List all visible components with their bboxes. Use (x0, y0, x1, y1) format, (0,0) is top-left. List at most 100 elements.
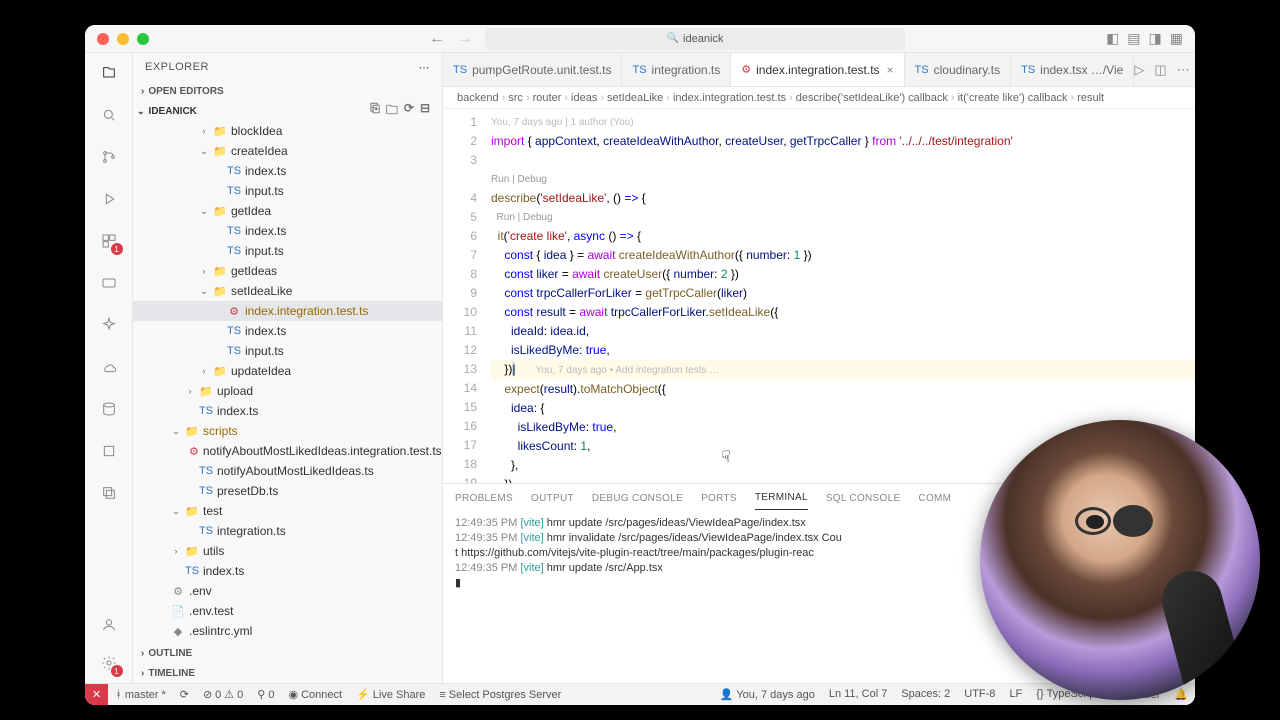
forward-icon[interactable]: → (457, 30, 473, 48)
tree-item[interactable]: ⌄📁createIdea (133, 141, 442, 161)
explorer-icon[interactable] (97, 61, 121, 85)
tree-item[interactable]: TSindex.ts (133, 161, 442, 181)
tree-item[interactable]: ›📁updateIdea (133, 361, 442, 381)
tree-item[interactable]: TSindex.ts (133, 221, 442, 241)
open-editors-section[interactable]: ›OPEN EDITORS (133, 81, 442, 101)
split-icon[interactable]: ◫ (1154, 62, 1166, 78)
liveshare-button[interactable]: ⚡ Live Share (349, 684, 432, 705)
layout-panel-icon[interactable]: ▤ (1127, 30, 1140, 47)
tree-item[interactable]: TSpresetDb.ts (133, 481, 442, 501)
debug-icon[interactable] (97, 187, 121, 211)
timeline-section[interactable]: ›TIMELINE (133, 663, 442, 683)
editor-tab[interactable]: TScloudinary.ts (905, 53, 1012, 87)
tree-item[interactable]: TSnotifyAboutMostLikedIdeas.ts (133, 461, 442, 481)
more-icon[interactable]: ⋯ (1177, 62, 1190, 78)
command-center[interactable]: ideanick (485, 28, 905, 50)
breadcrumb-item[interactable]: index.integration.test.ts (673, 92, 786, 104)
tree-item[interactable]: ⌄📁test (133, 501, 442, 521)
editor-tab[interactable]: ⚙index.integration.test.ts× (731, 53, 904, 87)
tree-item[interactable]: TSinput.ts (133, 341, 442, 361)
cloud-icon[interactable] (97, 355, 121, 379)
panel-tab[interactable]: COMM (918, 487, 951, 510)
cursor-position[interactable]: Ln 11, Col 7 (822, 688, 895, 700)
tree-item[interactable]: TSindex.ts (133, 321, 442, 341)
minimize-icon[interactable] (117, 33, 129, 45)
tree-item[interactable]: ⚙.env (133, 581, 442, 601)
tree-item[interactable]: ⌄📁scripts (133, 421, 442, 441)
source-control-icon[interactable] (97, 145, 121, 169)
tree-item[interactable]: ⚙index.integration.test.ts (133, 301, 442, 321)
editor-tab[interactable]: TSintegration.ts (622, 53, 731, 87)
breadcrumb-item[interactable]: describe('setIdeaLike') callback (796, 92, 948, 104)
project-section[interactable]: ⌄IDEANICK ⎘ 🗀 ⟳ ⊟ (133, 101, 442, 121)
tree-item[interactable]: ⌄📁setIdeaLike (133, 281, 442, 301)
tree-item[interactable]: TSindex.ts (133, 561, 442, 581)
connect-button[interactable]: ◉ Connect (281, 684, 349, 705)
tree-item[interactable]: ›📁upload (133, 381, 442, 401)
new-folder-icon[interactable]: 🗀 (386, 101, 398, 122)
tree-item[interactable]: TSindex.ts (133, 401, 442, 421)
tree-item[interactable]: ◆.eslintrc.yml (133, 621, 442, 641)
panel-tab[interactable]: TERMINAL (755, 486, 808, 510)
tree-item[interactable]: ›📁blockIdea (133, 121, 442, 141)
panel-tab[interactable]: PORTS (701, 487, 737, 510)
square-icon[interactable] (97, 439, 121, 463)
refresh-icon[interactable]: ⟳ (404, 101, 414, 122)
remote-icon[interactable] (97, 271, 121, 295)
sync-button[interactable]: ⟳ (173, 684, 196, 705)
breadcrumb-item[interactable]: backend (457, 92, 499, 104)
search-icon[interactable] (97, 103, 121, 127)
collapse-icon[interactable]: ⊟ (420, 101, 430, 122)
outline-section[interactable]: ›OUTLINE (133, 643, 442, 663)
breadcrumb-item[interactable]: router (533, 92, 562, 104)
editor-tab[interactable]: TSpumpGetRoute.unit.test.ts (443, 53, 622, 87)
tree-item[interactable]: ⚙notifyAboutMostLikedIdeas.integration.t… (133, 441, 442, 461)
postgres-selector[interactable]: ≡ Select Postgres Server (432, 684, 568, 705)
breadcrumb-item[interactable]: setIdeaLike (607, 92, 663, 104)
close-icon[interactable] (97, 33, 109, 45)
problems-indicator[interactable]: ⊘ 0 ⚠ 0 (196, 684, 250, 705)
layout-grid-icon[interactable]: ▦ (1170, 30, 1183, 47)
panel-tab[interactable]: DEBUG CONSOLE (592, 487, 683, 510)
panel-tab[interactable]: PROBLEMS (455, 487, 513, 510)
settings-badge: 1 (111, 665, 123, 677)
settings-icon[interactable]: 1 (97, 651, 121, 675)
layout-sidebar-icon[interactable]: ◧ (1106, 30, 1119, 47)
eol-indicator[interactable]: LF (1002, 688, 1029, 700)
tree-item[interactable]: TSinput.ts (133, 241, 442, 261)
ports-indicator[interactable]: ⚲ 0 (250, 684, 281, 705)
layout-right-icon[interactable]: ◨ (1149, 30, 1162, 47)
new-file-icon[interactable]: ⎘ (370, 101, 380, 122)
tree-item[interactable]: ›📁getIdeas (133, 261, 442, 281)
tree-item[interactable]: 📄.gitignore (133, 641, 442, 643)
panel-tab[interactable]: SQL CONSOLE (826, 487, 901, 510)
breadcrumbs[interactable]: backend›src›router›ideas›setIdeaLike›ind… (443, 87, 1195, 109)
maximize-icon[interactable] (137, 33, 149, 45)
panel-tab[interactable]: OUTPUT (531, 487, 574, 510)
tree-item[interactable]: 📄.env.test (133, 601, 442, 621)
breadcrumb-item[interactable]: ideas (571, 92, 597, 104)
database-icon[interactable] (97, 397, 121, 421)
stack-icon[interactable] (97, 481, 121, 505)
tree-item[interactable]: TSintegration.ts (133, 521, 442, 541)
editor-tab[interactable]: TSindex.tsx …/Vie (1011, 53, 1134, 87)
breadcrumb-item[interactable]: src (508, 92, 523, 104)
back-icon[interactable]: ← (429, 30, 445, 48)
tree-item[interactable]: ›📁utils (133, 541, 442, 561)
breadcrumb-item[interactable]: it('create like') callback (958, 92, 1068, 104)
tree-item[interactable]: ⌄📁getIdea (133, 201, 442, 221)
more-icon[interactable]: ⋯ (419, 61, 431, 74)
extensions-icon[interactable]: 1 (97, 229, 121, 253)
blame-indicator[interactable]: 👤 You, 7 days ago (713, 688, 822, 701)
tree-item[interactable]: TSinput.ts (133, 181, 442, 201)
branch-indicator[interactable]: ᚼ master* (108, 684, 173, 705)
close-tab-icon[interactable]: × (887, 63, 894, 77)
encoding-indicator[interactable]: UTF-8 (957, 688, 1002, 700)
indent-indicator[interactable]: Spaces: 2 (894, 688, 957, 700)
sparkle-icon[interactable] (97, 313, 121, 337)
remote-indicator[interactable]: ✕ (85, 684, 108, 705)
breadcrumb-item[interactable]: result (1077, 92, 1104, 104)
account-icon[interactable] (97, 613, 121, 637)
run-icon[interactable]: ▷ (1134, 62, 1144, 78)
file-tree[interactable]: ›📁blockIdea⌄📁createIdeaTSindex.tsTSinput… (133, 121, 442, 643)
